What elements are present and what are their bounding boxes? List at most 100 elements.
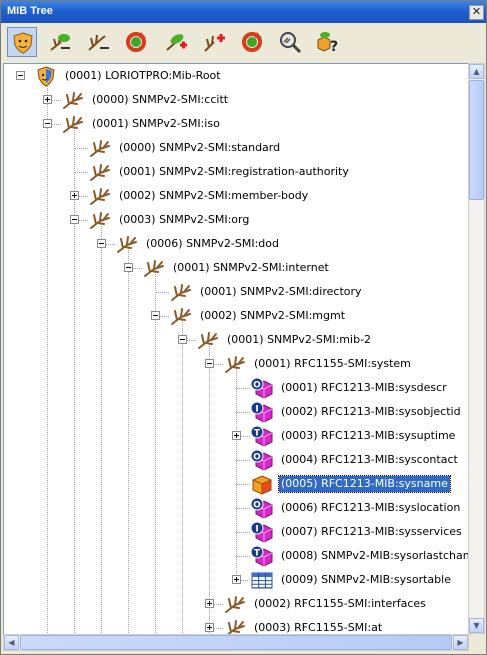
tree-node-label[interactable]: (0003) RFC1213-MIB:sysuptime bbox=[279, 428, 457, 444]
expand-toggle[interactable] bbox=[43, 95, 52, 104]
tree-node-icon bbox=[88, 209, 112, 231]
tree-node-label[interactable]: (0003) SNMPv2-SMI:org bbox=[117, 212, 251, 228]
tree-node[interactable]: (0001) SNMPv2-SMI:registration-authority bbox=[4, 161, 470, 183]
tree-node-icon: T bbox=[250, 425, 274, 447]
collapse-toggle[interactable] bbox=[205, 359, 214, 368]
tree-node[interactable]: (0001) LORIOTPRO:Mib-Root bbox=[4, 65, 470, 87]
horizontal-scrollbar[interactable]: ◀ ▶ bbox=[3, 634, 469, 651]
tree-node-label[interactable]: (0002) SNMPv2-SMI:mgmt bbox=[198, 308, 347, 324]
tree-node[interactable]: (0001) SNMPv2-SMI:directory bbox=[4, 281, 470, 303]
scroll-up-button[interactable]: ▲ bbox=[469, 64, 484, 79]
collapse-toggle[interactable] bbox=[43, 119, 52, 128]
branch-icon bbox=[63, 116, 83, 133]
window-title: MIB Tree bbox=[7, 5, 53, 17]
collapse-toggle[interactable] bbox=[178, 335, 187, 344]
add-leaf-button[interactable] bbox=[161, 27, 191, 57]
tree-node-label[interactable]: (0001) SNMPv2-SMI:internet bbox=[171, 260, 331, 276]
tree-node-label[interactable]: (0001) SNMPv2-SMI:iso bbox=[90, 116, 222, 132]
collapse-toggle[interactable] bbox=[16, 71, 25, 80]
tree-node-label-selected[interactable]: (0005) RFC1213-MIB:sysname bbox=[278, 475, 451, 493]
vertical-scroll-thumb[interactable] bbox=[469, 80, 484, 200]
refresh-button[interactable] bbox=[121, 27, 151, 57]
tree-node-label[interactable]: (0000) SNMPv2-SMI:ccitt bbox=[90, 92, 230, 108]
tree-connector bbox=[236, 484, 250, 485]
tree-node-label[interactable]: (0001) SNMPv2-SMI:mib-2 bbox=[225, 332, 373, 348]
tree-node[interactable]: I (0007) RFC1213-MIB:sysservices bbox=[4, 521, 470, 543]
branch-icon bbox=[90, 212, 110, 229]
expand-toggle[interactable] bbox=[232, 575, 241, 584]
tree-node[interactable]: (0001) RFC1155-SMI:system bbox=[4, 353, 470, 375]
tree-node-label[interactable]: (0009) SNMPv2-MIB:sysortable bbox=[279, 572, 453, 588]
help-icon: ? bbox=[317, 32, 338, 54]
tree-node[interactable]: (0006) SNMPv2-SMI:dod bbox=[4, 233, 470, 255]
tree-node[interactable]: O (0004) RFC1213-MIB:syscontact bbox=[4, 449, 470, 471]
object-i-icon: I bbox=[250, 401, 273, 423]
tree-node-label[interactable]: (0001) SNMPv2-SMI:registration-authority bbox=[117, 164, 351, 180]
tree-connector bbox=[236, 556, 250, 557]
tree-node[interactable]: (0003) SNMPv2-SMI:org bbox=[4, 209, 470, 231]
tree-node-label[interactable]: (0002) RFC1155-SMI:interfaces bbox=[252, 596, 428, 612]
branch-icon bbox=[63, 92, 83, 109]
tree-node-label[interactable]: (0001) RFC1155-SMI:system bbox=[252, 356, 413, 372]
tree-node-label[interactable]: (0006) SNMPv2-SMI:dod bbox=[144, 236, 281, 252]
expand-toggle[interactable] bbox=[70, 191, 79, 200]
tree-node[interactable]: (0001) SNMPv2-SMI:iso bbox=[4, 113, 470, 135]
scroll-down-button[interactable]: ▼ bbox=[469, 618, 484, 633]
reload-button[interactable] bbox=[237, 27, 267, 57]
expand-toggle[interactable] bbox=[205, 599, 214, 608]
scrollbar-corner bbox=[469, 635, 485, 651]
svg-text:I: I bbox=[255, 525, 258, 535]
tree-node[interactable]: (0000) SNMPv2-SMI:standard bbox=[4, 137, 470, 159]
tree-node[interactable]: (0000) SNMPv2-SMI:ccitt bbox=[4, 89, 470, 111]
tree-node[interactable]: I (0002) RFC1213-MIB:sysobjectid bbox=[4, 401, 470, 423]
vertical-scrollbar[interactable]: ▲ ▼ bbox=[468, 63, 485, 634]
expand-toggle[interactable] bbox=[232, 431, 241, 440]
tree-node-label[interactable]: (0007) RFC1213-MIB:sysservices bbox=[279, 524, 464, 540]
tree-node-label[interactable]: (0006) RFC1213-MIB:syslocation bbox=[279, 500, 462, 516]
tree-node-label[interactable]: (0004) RFC1213-MIB:syscontact bbox=[279, 452, 460, 468]
horizontal-scroll-thumb[interactable] bbox=[20, 635, 452, 650]
tree-node-label[interactable]: (0008) SNMPv2-MIB:sysorlastchange bbox=[279, 548, 470, 564]
search-button[interactable] bbox=[275, 27, 305, 57]
tree-node-icon bbox=[142, 257, 166, 279]
mib-tree-view[interactable]: (0001) LORIOTPRO:Mib-Root (0000) SNMPv2-S… bbox=[3, 63, 471, 636]
collapse-toggle[interactable] bbox=[151, 311, 160, 320]
tree-node[interactable]: (0001) SNMPv2-SMI:mib-2 bbox=[4, 329, 470, 351]
remove-branch-button[interactable] bbox=[83, 27, 113, 57]
tree-node[interactable]: O (0006) RFC1213-MIB:syslocation bbox=[4, 497, 470, 519]
tree-node[interactable]: (0002) RFC1155-SMI:interfaces bbox=[4, 593, 470, 615]
close-button[interactable]: ✕ bbox=[469, 5, 484, 20]
tree-node[interactable]: (0005) RFC1213-MIB:sysname bbox=[4, 473, 470, 495]
tree-connector bbox=[236, 412, 250, 413]
collapse-tree-button[interactable] bbox=[45, 27, 75, 57]
tree-node-label[interactable]: (0002) RFC1213-MIB:sysobjectid bbox=[279, 404, 463, 420]
tree-node-label[interactable]: (0001) LORIOTPRO:Mib-Root bbox=[63, 68, 223, 84]
tree-node[interactable]: T (0008) SNMPv2-MIB:sysorlastchange bbox=[4, 545, 470, 567]
tree-node-icon bbox=[34, 65, 58, 87]
tree-node[interactable]: (0001) SNMPv2-SMI:internet bbox=[4, 257, 470, 279]
tree-node[interactable]: O (0001) RFC1213-MIB:sysdescr bbox=[4, 377, 470, 399]
scroll-right-button[interactable]: ▶ bbox=[453, 635, 468, 650]
tree-node[interactable]: (0002) SNMPv2-SMI:mgmt bbox=[4, 305, 470, 327]
collapse-toggle[interactable] bbox=[97, 239, 106, 248]
tree-node[interactable]: (0002) SNMPv2-SMI:member-body bbox=[4, 185, 470, 207]
tree-node[interactable]: (0009) SNMPv2-MIB:sysortable bbox=[4, 569, 470, 591]
mib-root-button[interactable] bbox=[7, 27, 37, 57]
scroll-left-button[interactable]: ◀ bbox=[4, 635, 19, 650]
add-branch-button[interactable] bbox=[199, 27, 229, 57]
title-bar: MIB Tree ✕ bbox=[1, 1, 486, 23]
expand-toggle[interactable] bbox=[205, 623, 214, 632]
tree-node-icon bbox=[115, 233, 139, 255]
tree-node-label[interactable]: (0001) SNMPv2-SMI:directory bbox=[198, 284, 364, 300]
help-button[interactable]: ? bbox=[313, 27, 343, 57]
tree-node-label[interactable]: (0000) SNMPv2-SMI:standard bbox=[117, 140, 282, 156]
collapse-toggle[interactable] bbox=[124, 263, 133, 272]
branch-icon bbox=[90, 140, 110, 157]
tree-node-icon bbox=[61, 89, 85, 111]
tree-node[interactable]: T (0003) RFC1213-MIB:sysuptime bbox=[4, 425, 470, 447]
writable-object-icon bbox=[252, 475, 272, 495]
tree-node-label[interactable]: (0002) SNMPv2-SMI:member-body bbox=[117, 188, 310, 204]
collapse-toggle[interactable] bbox=[70, 215, 79, 224]
branch-icon bbox=[171, 284, 191, 301]
tree-node-label[interactable]: (0001) RFC1213-MIB:sysdescr bbox=[279, 380, 449, 396]
